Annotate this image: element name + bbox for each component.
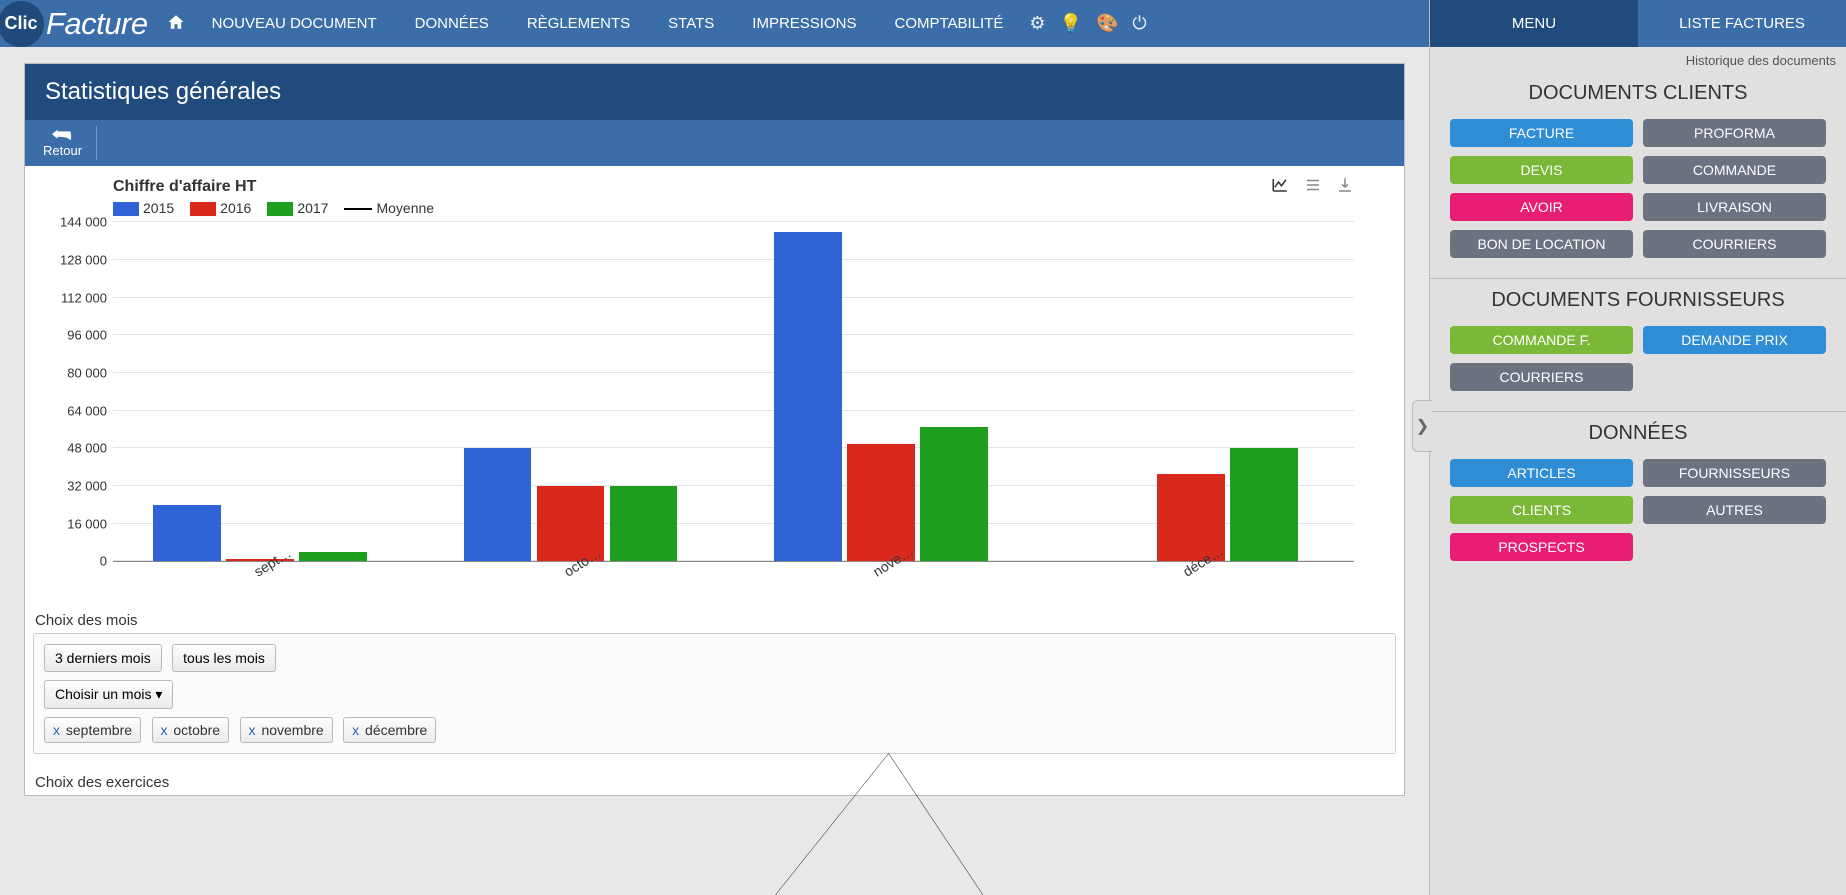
nav-utility-icons: ⚙ 💡 🎨 ⏻ bbox=[1029, 13, 1146, 34]
toolbar-divider bbox=[96, 126, 97, 160]
btn-bon-location[interactable]: BON DE LOCATION bbox=[1450, 230, 1633, 258]
chart-type-icon[interactable] bbox=[1270, 176, 1290, 199]
logo-badge: Clic bbox=[0, 1, 44, 47]
btn-commande[interactable]: COMMANDE bbox=[1643, 156, 1826, 184]
btn-clients[interactable]: CLIENTS bbox=[1450, 496, 1633, 524]
nav-accounting[interactable]: COMPTABILITÉ bbox=[886, 2, 1011, 45]
legend-2017[interactable]: 2017 bbox=[267, 200, 328, 216]
nav-payments[interactable]: RÈGLEMENTS bbox=[519, 2, 638, 45]
sidebar-tab-list-invoices[interactable]: LISTE FACTURES bbox=[1638, 0, 1846, 47]
page-title: Statistiques générales bbox=[25, 64, 1404, 120]
nav-new-document[interactable]: NOUVEAU DOCUMENT bbox=[204, 2, 385, 45]
sidebar-breadcrumb: Historique des documents bbox=[1430, 47, 1846, 72]
three-last-months-button[interactable]: 3 derniers mois bbox=[44, 644, 162, 672]
btn-livraison[interactable]: LIVRAISON bbox=[1643, 193, 1826, 221]
nav-data[interactable]: DONNÉES bbox=[407, 2, 497, 45]
month-tag-decembre[interactable]: x décembre bbox=[343, 717, 436, 743]
lightbulb-icon[interactable]: 💡 bbox=[1060, 13, 1082, 34]
legend-2016[interactable]: 2016 bbox=[190, 200, 251, 216]
chart-tool-icons bbox=[1270, 176, 1354, 199]
month-tag-octobre[interactable]: x octobre bbox=[152, 717, 230, 743]
main-content: Statistiques générales Retour Chiffre bbox=[0, 47, 1429, 895]
all-months-button[interactable]: tous les mois bbox=[172, 644, 276, 672]
legend-2015[interactable]: 2015 bbox=[113, 200, 174, 216]
stats-panel: Statistiques générales Retour Chiffre bbox=[24, 63, 1405, 796]
back-button[interactable]: Retour bbox=[35, 125, 90, 162]
section-donnees: DONNÉES ARTICLES FOURNISSEURS CLIENTS AU… bbox=[1430, 412, 1846, 581]
btn-articles[interactable]: ARTICLES bbox=[1450, 459, 1633, 487]
chart-list-icon[interactable] bbox=[1304, 176, 1322, 199]
legend-average[interactable]: Moyenne bbox=[344, 200, 434, 216]
chart-download-icon[interactable] bbox=[1336, 176, 1354, 199]
logo-text: Facture bbox=[46, 6, 148, 42]
choose-month-dropdown[interactable]: Choisir un mois ▾ bbox=[44, 680, 173, 709]
nav-home-icon[interactable] bbox=[158, 0, 194, 48]
panel-toolbar: Retour bbox=[25, 120, 1404, 166]
btn-facture[interactable]: FACTURE bbox=[1450, 119, 1633, 147]
btn-proforma[interactable]: PROFORMA bbox=[1643, 119, 1826, 147]
btn-autres[interactable]: AUTRES bbox=[1643, 496, 1826, 524]
nav-items: NOUVEAU DOCUMENT DONNÉES RÈGLEMENTS STAT… bbox=[204, 2, 1012, 45]
btn-devis[interactable]: DEVIS bbox=[1450, 156, 1633, 184]
btn-courriers-fournisseur[interactable]: COURRIERS bbox=[1450, 363, 1633, 391]
btn-commande-f[interactable]: COMMANDE F. bbox=[1450, 326, 1633, 354]
section-title-data: DONNÉES bbox=[1430, 412, 1846, 459]
month-tag-septembre[interactable]: x septembre bbox=[44, 717, 141, 743]
gear-icon[interactable]: ⚙ bbox=[1029, 13, 1045, 34]
chart-container: Chiffre d'affaire HT 2015 2016 2017 Moye… bbox=[25, 166, 1404, 602]
nav-prints[interactable]: IMPRESSIONS bbox=[744, 2, 864, 45]
sidebar-collapse-handle[interactable]: ❯ bbox=[1412, 400, 1432, 452]
right-sidebar: ❯ MENU LISTE FACTURES Historique des doc… bbox=[1429, 0, 1846, 895]
chart-plot: 016 00032 00048 00064 00080 00096 000112… bbox=[113, 222, 1354, 592]
btn-avoir[interactable]: AVOIR bbox=[1450, 193, 1633, 221]
btn-prospects[interactable]: PROSPECTS bbox=[1450, 533, 1633, 561]
years-filter-label: Choix des exercices bbox=[25, 764, 1404, 795]
logo[interactable]: Clic Facture bbox=[0, 1, 148, 47]
chart-legend: 2015 2016 2017 Moyenne bbox=[53, 196, 1354, 222]
section-documents-fournisseurs: DOCUMENTS FOURNISSEURS COMMANDE F. DEMAN… bbox=[1430, 279, 1846, 412]
sidebar-tab-menu[interactable]: MENU bbox=[1430, 0, 1638, 47]
section-title-suppliers: DOCUMENTS FOURNISSEURS bbox=[1430, 279, 1846, 326]
palette-icon[interactable]: 🎨 bbox=[1096, 13, 1118, 34]
btn-fournisseurs[interactable]: FOURNISSEURS bbox=[1643, 459, 1826, 487]
month-tag-novembre[interactable]: x novembre bbox=[240, 717, 333, 743]
months-filter-box: 3 derniers mois tous les mois Choisir un… bbox=[33, 633, 1396, 754]
btn-courriers[interactable]: COURRIERS bbox=[1643, 230, 1826, 258]
section-title-clients: DOCUMENTS CLIENTS bbox=[1430, 72, 1846, 119]
power-icon[interactable]: ⏻ bbox=[1132, 13, 1146, 34]
chart-title: Chiffre d'affaire HT bbox=[53, 178, 1354, 196]
months-filter-label: Choix des mois bbox=[25, 602, 1404, 633]
btn-demande-prix[interactable]: DEMANDE PRIX bbox=[1643, 326, 1826, 354]
section-documents-clients: DOCUMENTS CLIENTS FACTURE PROFORMA DEVIS… bbox=[1430, 72, 1846, 279]
sidebar-tabs: MENU LISTE FACTURES bbox=[1430, 0, 1846, 47]
nav-stats[interactable]: STATS bbox=[660, 2, 722, 45]
back-label: Retour bbox=[43, 143, 82, 158]
